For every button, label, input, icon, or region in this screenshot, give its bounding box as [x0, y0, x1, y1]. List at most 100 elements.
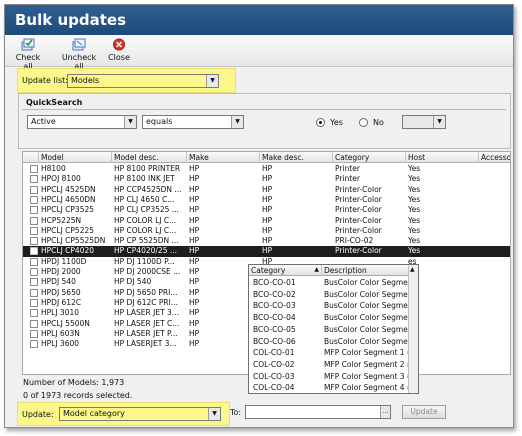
row-checkbox[interactable] [30, 319, 38, 328]
dropdown-option[interactable]: COL-CO-01 MFP Color Segment 1 ( [249, 347, 410, 359]
table-cell: Printer-Color [335, 194, 382, 204]
table-cell: HP CLJ 4650 C... [114, 194, 175, 204]
table-cell: HPLJ 603N [41, 328, 80, 338]
row-checkbox[interactable] [30, 237, 38, 246]
row-checkbox[interactable] [30, 340, 38, 349]
yes-radio[interactable] [316, 118, 325, 127]
scroll-up-icon[interactable]: ▲ [410, 266, 415, 273]
table-cell: HP [189, 205, 200, 215]
header-make-desc[interactable]: Make desc. [260, 152, 333, 163]
chevron-down-icon[interactable]: ▼ [206, 75, 218, 87]
header-checkbox-col [23, 152, 39, 163]
chevron-down-icon[interactable]: ▼ [208, 408, 220, 420]
dropdown-option-code: COL-CO-04 [253, 383, 295, 393]
quicksearch-field-select[interactable]: Active ▼ [27, 115, 137, 129]
no-radio[interactable] [359, 118, 368, 127]
header-make[interactable]: Make [187, 152, 260, 163]
dropdown-option[interactable]: BCO-CO-04 BusColor Color Segmen [249, 312, 410, 324]
row-checkbox[interactable] [30, 165, 38, 173]
row-checkbox[interactable] [30, 226, 38, 235]
table-cell: HP [262, 205, 273, 215]
table-cell: HPCLJ 4650DN [41, 194, 96, 204]
lookup-icon[interactable]: … [380, 406, 390, 418]
header-host[interactable]: Host [406, 152, 479, 163]
dropdown-option[interactable]: COL-CO-02 MFP Color Segment 2 ( [249, 359, 410, 371]
quicksearch-field-value: Active [31, 117, 56, 126]
row-checkbox[interactable] [30, 206, 38, 215]
table-cell: HP [189, 174, 200, 184]
category-dropdown[interactable]: Category ▲ Description BCO-CO-01 BusColor… [248, 264, 419, 394]
grid-header: Model Model desc. Make Make desc. Catego… [23, 152, 510, 163]
uncheck-all-icon [72, 38, 86, 51]
row-checkbox[interactable] [30, 309, 38, 318]
quicksearch-operator-select[interactable]: equals ▼ [142, 115, 244, 129]
header-model[interactable]: Model [39, 152, 112, 163]
row-checkbox[interactable] [30, 268, 38, 276]
table-row[interactable]: HPCLJ 4650DN HP CLJ 4650 C... HP HP Printer-… [23, 194, 510, 205]
dropdown-option[interactable]: COL-CO-04 MFP Color Segment 4 ( [249, 382, 410, 393]
dropdown-option[interactable]: BCO-CO-03 BusColor Color Segmen [249, 300, 410, 312]
table-row[interactable]: HCP5225N HP COLOR LJ C... HP HP Printer-Colo… [23, 215, 510, 226]
dropdown-option-description: MFP Color Segment 3 ( [324, 371, 410, 381]
row-checkbox[interactable] [30, 278, 38, 287]
table-row[interactable]: HPCLJ CP5525DN HP CP 5525DN ... HP HP PRI-CO… [23, 236, 510, 246]
update-list-highlight: Update list: Models ▼ [17, 68, 236, 93]
chevron-down-icon[interactable]: ▼ [231, 116, 243, 128]
table-cell: HP [189, 215, 200, 225]
table-row[interactable]: HPCLJ CP4020 HP CP4020/25 ... HP HP Printer-… [23, 246, 510, 257]
dropdown-option[interactable]: COL-CO-03 MFP Color Segment 3 ( [249, 371, 410, 383]
dropdown-header-description[interactable]: Description [322, 265, 410, 276]
dropdown-option[interactable]: BCO-CO-06 BusColor Color Segmen [249, 336, 410, 348]
row-checkbox[interactable] [30, 216, 38, 225]
update-button[interactable]: Update [402, 405, 446, 419]
table-row[interactable]: HPCLJ 4525DN HP CCP4525DN ... HP HP Printer-… [23, 185, 510, 195]
table-cell: H8100 [41, 164, 66, 173]
selected-count: 0 of 1973 records selected. [23, 391, 133, 400]
uncheck-all-button[interactable]: Uncheck all [57, 38, 101, 71]
dropdown-option-code: BCO-CO-01 [253, 278, 296, 287]
close-label: Close [108, 53, 130, 62]
table-cell: HP DJ 540 [114, 277, 152, 287]
dropdown-option-description: MFP Color Segment 4 ( [324, 383, 410, 393]
row-checkbox[interactable] [30, 247, 38, 256]
table-cell: HP LASERJET 3... [114, 339, 177, 349]
table-cell: HP CP 5525DN ... [114, 236, 179, 246]
dropdown-option-description: MFP Color Segment 1 ( [324, 348, 410, 358]
table-row[interactable]: HPOJ 8100 HP 8100 INK JET HP HP Printer Yes [23, 174, 510, 184]
to-value-input[interactable]: … [245, 405, 391, 419]
dropdown-header-category[interactable]: Category ▲ [249, 265, 322, 276]
chevron-down-icon[interactable]: ▼ [124, 116, 136, 128]
row-checkbox[interactable] [30, 175, 38, 184]
check-all-button[interactable]: Check all [11, 38, 45, 71]
table-cell: Yes [408, 215, 421, 225]
header-category[interactable]: Category [333, 152, 406, 163]
table-row[interactable]: HPCLJ CP3525 HP CLJ CP3525 ... HP HP Printer… [23, 205, 510, 215]
row-checkbox[interactable] [30, 329, 38, 338]
close-button[interactable]: Close [108, 38, 130, 62]
dropdown-option-description: BusColor Color Segmen [324, 313, 410, 323]
update-field-value: Model category [63, 409, 125, 418]
row-checkbox[interactable] [30, 298, 38, 307]
row-checkbox[interactable] [30, 257, 38, 266]
header-model-desc[interactable]: Model desc. [112, 152, 187, 163]
dropdown-option-description: BusColor Color Segmen [324, 278, 410, 287]
update-field-select[interactable]: Model category ▼ [59, 407, 221, 421]
table-cell: Printer [335, 174, 360, 184]
table-row[interactable]: HPCLJ CP5225 HP COLOR LJ C... HP HP Printer-… [23, 226, 510, 236]
chevron-down-icon[interactable]: ▼ [433, 116, 445, 128]
header-accessory[interactable]: Accessory [479, 152, 510, 163]
dropdown-option[interactable]: BCO-CO-05 BusColor Color Segmen [249, 324, 410, 336]
row-checkbox[interactable] [30, 288, 38, 297]
dropdown-option-code: BCO-CO-06 [253, 336, 296, 346]
dropdown-scrollbar[interactable]: ▲ [408, 265, 418, 393]
dropdown-option[interactable]: BCO-CO-01 BusColor Color Segmen [249, 277, 410, 289]
row-checkbox[interactable] [30, 185, 38, 194]
table-cell: HP [262, 215, 273, 225]
row-checkbox[interactable] [30, 195, 38, 204]
table-cell: Yes [408, 236, 421, 246]
table-row[interactable]: H8100 HP 8100 PRINTER HP HP Printer Yes [23, 164, 510, 174]
dropdown-header-category-label: Category [251, 266, 286, 275]
update-list-select[interactable]: Models ▼ [67, 74, 219, 88]
quicksearch-value-select[interactable]: ▼ [402, 115, 446, 129]
dropdown-option[interactable]: BCO-CO-02 BusColor Color Segmen [249, 289, 410, 301]
